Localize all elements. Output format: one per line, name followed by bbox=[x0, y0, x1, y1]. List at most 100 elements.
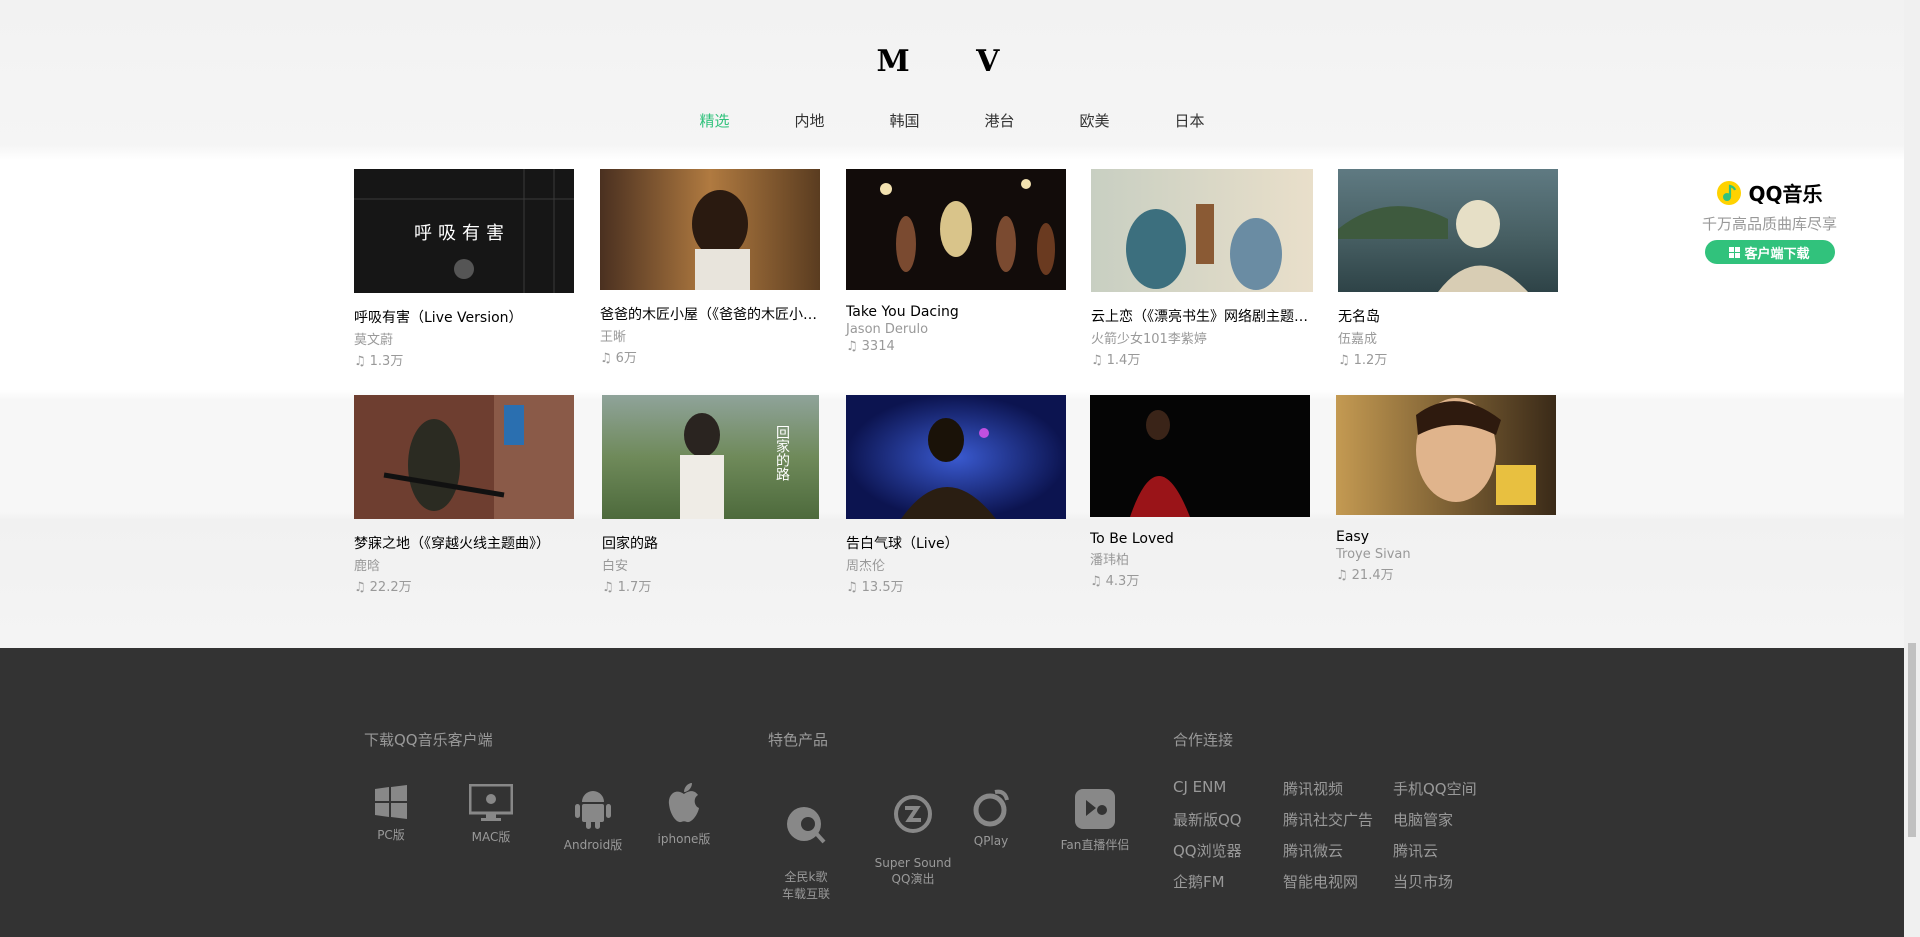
mv-card[interactable]: 呼吸有害 呼吸有害（Live Version） 莫文蔚 ♫ 1.3万 bbox=[354, 169, 574, 369]
mv-thumbnail[interactable]: 回家的路 bbox=[602, 395, 819, 519]
partner-link[interactable]: CJ ENM bbox=[1173, 778, 1283, 799]
mv-title[interactable]: 告白气球（Live） bbox=[846, 533, 1066, 553]
partner-link[interactable]: 腾讯微云 bbox=[1283, 840, 1393, 861]
partner-link[interactable]: 智能电视网 bbox=[1283, 871, 1393, 892]
mv-card[interactable]: To Be Loved 潘玮柏 ♫ 4.3万 bbox=[1090, 395, 1310, 589]
music-note-icon: ♫ bbox=[1336, 568, 1348, 583]
partner-link[interactable]: 腾讯视频 bbox=[1283, 778, 1393, 799]
qq-music-logo[interactable]: QQ音乐 bbox=[1682, 178, 1857, 207]
mv-singer[interactable]: 鹿晗 bbox=[354, 555, 574, 574]
tab-hk-tw[interactable]: 港台 bbox=[982, 110, 1017, 131]
music-note-icon: ♫ bbox=[1090, 574, 1102, 589]
thumb-overlay-text: 呼吸有害 bbox=[414, 223, 510, 244]
mv-thumbnail[interactable] bbox=[600, 169, 820, 290]
partner-link[interactable]: 当贝市场 bbox=[1393, 871, 1503, 892]
mv-card[interactable]: Take You Dacing Jason Derulo ♫ 3314 bbox=[846, 169, 1066, 354]
mv-card[interactable]: 无名岛 伍嘉成 ♫ 1.2万 bbox=[1338, 169, 1558, 368]
mv-card[interactable]: 回家的路 回家的路 白安 ♫ 1.7万 bbox=[602, 395, 819, 595]
karaoke-icon bbox=[787, 807, 826, 844]
mv-title[interactable]: 梦寐之地（《穿越火线主题曲》） bbox=[354, 533, 574, 553]
mv-singer[interactable]: 火箭少女101李紫婷 bbox=[1091, 328, 1313, 347]
mv-play-count: ♫ 3314 bbox=[846, 339, 895, 354]
product-qplay[interactable]: QPlay bbox=[966, 786, 1016, 848]
partner-link[interactable]: 电脑管家 bbox=[1393, 809, 1503, 830]
tab-japan[interactable]: 日本 bbox=[1172, 110, 1207, 131]
music-note-icon: ♫ bbox=[1338, 353, 1350, 368]
music-note-icon: ♫ bbox=[1091, 353, 1103, 368]
mv-title[interactable]: 无名岛 bbox=[1338, 306, 1558, 326]
mv-play-count: ♫ 13.5万 bbox=[846, 580, 904, 595]
music-note-icon: ♫ bbox=[354, 354, 366, 369]
mv-thumbnail[interactable] bbox=[354, 395, 574, 519]
products-section-title: 特色产品 bbox=[768, 731, 829, 749]
music-note-icon: ♫ bbox=[846, 580, 858, 595]
mv-play-count: ♫ 1.3万 bbox=[354, 354, 404, 369]
mv-singer[interactable]: 周杰伦 bbox=[846, 555, 1066, 574]
partner-link[interactable]: 最新版QQ bbox=[1173, 809, 1283, 830]
ad-logo-text: QQ音乐 bbox=[1748, 182, 1823, 206]
client-download-button[interactable]: 客户端下载 bbox=[1704, 240, 1835, 264]
mv-title[interactable]: 呼吸有害（Live Version） bbox=[354, 307, 574, 327]
tab-korea[interactable]: 韩国 bbox=[887, 110, 922, 131]
mv-title[interactable]: Take You Dacing bbox=[846, 304, 1066, 320]
mv-thumbnail[interactable] bbox=[1090, 395, 1310, 517]
music-note-icon: ♫ bbox=[602, 580, 614, 595]
partner-link[interactable]: 腾讯社交广告 bbox=[1283, 809, 1393, 830]
mv-play-count: ♫ 1.2万 bbox=[1338, 353, 1388, 368]
partner-link[interactable]: 企鹅FM bbox=[1173, 871, 1283, 892]
mv-play-count: ♫ 1.4万 bbox=[1091, 353, 1141, 368]
music-note-icon: ♫ bbox=[354, 580, 366, 595]
mv-title[interactable]: To Be Loved bbox=[1090, 531, 1310, 547]
mv-thumbnail[interactable] bbox=[846, 395, 1066, 519]
partner-link[interactable]: 手机QQ空间 bbox=[1393, 778, 1503, 799]
mv-singer[interactable]: 潘玮柏 bbox=[1090, 549, 1310, 568]
mv-card[interactable]: 告白气球（Live） 周杰伦 ♫ 13.5万 bbox=[846, 395, 1066, 595]
mv-title[interactable]: 回家的路 bbox=[602, 533, 822, 553]
download-iphone[interactable]: iphone版 bbox=[654, 782, 714, 847]
mv-card[interactable]: 梦寐之地（《穿越火线主题曲》） 鹿晗 ♫ 22.2万 bbox=[354, 395, 574, 595]
mv-thumbnail[interactable] bbox=[1091, 169, 1313, 292]
partner-link[interactable]: QQ浏览器 bbox=[1173, 840, 1283, 861]
mv-thumbnail[interactable]: 呼吸有害 bbox=[354, 169, 574, 293]
tab-featured[interactable]: 精选 bbox=[697, 110, 732, 131]
mv-title[interactable]: 云上恋（《漂亮书生》网络剧主题曲） bbox=[1091, 306, 1311, 326]
mv-singer[interactable]: 伍嘉成 bbox=[1338, 328, 1558, 347]
mv-thumbnail[interactable] bbox=[846, 169, 1066, 290]
mv-singer[interactable]: 莫文蔚 bbox=[354, 329, 574, 348]
mv-title[interactable]: 爸爸的木匠小屋（《爸爸的木匠小屋》 bbox=[600, 304, 820, 324]
mv-thumbnail[interactable] bbox=[1336, 395, 1556, 515]
qplay-icon bbox=[973, 789, 1009, 827]
download-mac[interactable]: MAC版 bbox=[468, 784, 514, 845]
product-fan-live[interactable]: Fan直播伴侣 bbox=[1060, 788, 1130, 853]
windows-icon bbox=[375, 785, 407, 819]
partner-link[interactable]: 腾讯云 bbox=[1393, 840, 1503, 861]
thumb-overlay-text: 回家的路 bbox=[774, 425, 790, 481]
mv-card[interactable]: 爸爸的木匠小屋（《爸爸的木匠小屋》 王晰 ♫ 6万 bbox=[600, 169, 820, 366]
mv-category-tabs: 精选 内地 韩国 港台 欧美 日本 bbox=[0, 110, 1904, 131]
download-pc[interactable]: PC版 bbox=[368, 784, 414, 843]
mv-row: 呼吸有害 呼吸有害（Live Version） 莫文蔚 ♫ 1.3万 爸爸的木匠小… bbox=[354, 169, 1558, 395]
mv-singer[interactable]: 王晰 bbox=[600, 326, 820, 345]
supersound-icon bbox=[894, 795, 932, 833]
mv-title[interactable]: Easy bbox=[1336, 529, 1556, 545]
scrollbar-thumb[interactable] bbox=[1908, 643, 1916, 837]
fan-live-icon bbox=[1075, 789, 1115, 829]
mv-singer[interactable]: Troye Sivan bbox=[1336, 547, 1556, 562]
mv-thumbnail[interactable] bbox=[1338, 169, 1558, 292]
footer: 下载QQ音乐客户端 PC版 MAC版 Android版 iphone版 特色产品… bbox=[0, 648, 1904, 937]
links-section-title: 合作连接 bbox=[1173, 731, 1234, 749]
mv-card[interactable]: 云上恋（《漂亮书生》网络剧主题曲） 火箭少女101李紫婷 ♫ 1.4万 bbox=[1091, 169, 1313, 368]
music-note-icon: ♫ bbox=[600, 351, 612, 366]
download-android[interactable]: Android版 bbox=[560, 786, 626, 853]
mv-play-count: ♫ 1.7万 bbox=[602, 580, 652, 595]
mv-singer[interactable]: 白安 bbox=[602, 555, 819, 574]
mv-singer[interactable]: Jason Derulo bbox=[846, 322, 1066, 337]
product-supersound[interactable]: Super Sound QQ演出 bbox=[872, 780, 954, 887]
product-karaoke[interactable]: 全民k歌 车载互联 bbox=[776, 790, 836, 902]
tab-mainland[interactable]: 内地 bbox=[792, 110, 827, 131]
mv-play-count: ♫ 4.3万 bbox=[1090, 574, 1140, 589]
mv-card[interactable]: Easy Troye Sivan ♫ 21.4万 bbox=[1336, 395, 1556, 583]
tab-western[interactable]: 欧美 bbox=[1077, 110, 1112, 131]
mv-play-count: ♫ 21.4万 bbox=[1336, 568, 1394, 583]
download-section-title: 下载QQ音乐客户端 bbox=[364, 731, 493, 749]
